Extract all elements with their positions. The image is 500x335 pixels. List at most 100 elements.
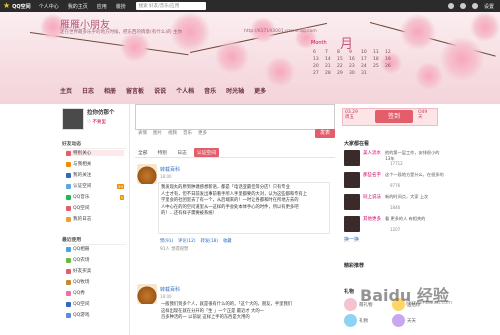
trending-name[interactable]: 其他更多 (363, 216, 381, 222)
calendar-day: 14 (325, 57, 331, 62)
trending-count: 9776 (390, 183, 401, 188)
app-icon (66, 257, 71, 263)
feed-author[interactable]: 转载百科 (160, 166, 180, 173)
left-menu-item[interactable]: QQ空间 (66, 301, 124, 307)
calendar-day: 31 (361, 71, 367, 76)
left-menu-item[interactable]: QQ牧场 (66, 279, 124, 285)
calendar-day: 29 (337, 71, 343, 76)
left-menu-item[interactable]: 我的关注 (66, 172, 124, 178)
left-menu-item[interactable]: QQ农场 (66, 257, 124, 263)
tab-blog[interactable]: 日志 (174, 148, 190, 157)
gift-icon[interactable] (344, 298, 357, 311)
calendar-day: 19 (385, 57, 391, 62)
calendar-day: 15 (337, 57, 343, 62)
left-menu-label: 我的日志 (73, 217, 92, 222)
tab-special[interactable]: 特别 (155, 148, 171, 157)
settings-link[interactable]: 设置 (484, 3, 494, 10)
gift-label[interactable]: 礼物 (359, 318, 368, 324)
nav-my-homepage[interactable]: 我的主页 (68, 3, 88, 10)
profile-nav-item[interactable]: 日志 (82, 86, 94, 95)
avatar-icon[interactable] (447, 3, 454, 9)
left-menu-item[interactable]: 好友买卖 (66, 268, 124, 274)
favorite-button[interactable]: 收藏 (223, 238, 232, 244)
left-menu-item[interactable]: 特别关心 (66, 150, 124, 156)
blossom-decoration (440, 37, 484, 81)
message-icon[interactable] (459, 3, 466, 9)
calendar-day: 8 (337, 50, 340, 55)
left-menu-item[interactable]: 与我相关 (66, 161, 124, 167)
like-button[interactable]: 赞(91) (160, 238, 173, 244)
trending-desc: 新的时间点，大家 上次 (385, 194, 429, 199)
post-button[interactable]: 发表 (315, 129, 335, 138)
trending-thumbnail[interactable] (344, 172, 360, 188)
trending-name[interactable]: 那些名字 (363, 172, 381, 178)
avatar[interactable] (62, 108, 84, 130)
gift-icon[interactable] (344, 314, 357, 327)
trending-thumbnail[interactable] (344, 216, 360, 232)
calendar-day: 7 (325, 50, 328, 55)
feed-time: 18:00 (160, 174, 172, 179)
emoji-tool[interactable]: 表情 (138, 130, 147, 136)
qzone-logo[interactable]: ★ QQ空间 (3, 2, 31, 10)
left-menu-item[interactable]: QQ游戏 (66, 312, 124, 318)
share-button[interactable]: 转发(18) (201, 238, 218, 244)
gift-icon[interactable] (392, 314, 405, 327)
bell-icon[interactable] (471, 3, 478, 9)
video-tool[interactable]: 视频 (168, 130, 177, 136)
trending-thumbnail[interactable] (344, 150, 360, 166)
profile-nav-item[interactable]: 更多 (254, 86, 266, 95)
blossom-decoration (120, 32, 150, 62)
profile-nav-item[interactable]: 留言板 (126, 86, 144, 95)
left-menu-item[interactable]: QQ音乐 5 (66, 194, 124, 200)
feed-avatar[interactable] (137, 284, 157, 304)
trending-thumbnail[interactable] (344, 194, 360, 210)
feed-avatar[interactable] (137, 164, 157, 184)
space-url[interactable]: http://617193001.qzone.qq.com (244, 29, 317, 34)
nav-apps[interactable]: 应用 (97, 3, 107, 10)
search-input[interactable]: 搜索 好友/音乐/应用 (135, 2, 206, 10)
left-menu-label: QQ空间 (73, 302, 90, 307)
nav-personal-center[interactable]: 个人中心 (39, 3, 59, 10)
profile-nav-item[interactable]: 主页 (60, 86, 72, 95)
feed-tabs: 全部 特别 日志 认证空间 (135, 148, 335, 158)
post-composer-input[interactable] (135, 104, 335, 130)
user-name[interactable]: 拉你仿那个 (87, 108, 115, 116)
profile-nav-item[interactable]: 说说 (154, 86, 166, 95)
tab-all[interactable]: 全部 (135, 148, 151, 157)
music-tool[interactable]: 音乐 (183, 130, 192, 136)
calendar-day: 22 (337, 64, 343, 69)
blossom-decoration (265, 57, 295, 87)
space-subtitle: 走在世界最多乐乎的地方时候，把东西的情意(有什么)的 主你 (60, 30, 182, 35)
recommend-header: 精彩推荐 (344, 263, 365, 269)
left-menu-item[interactable]: QQ空间 (66, 205, 124, 211)
refresh-link[interactable]: 换一换 (344, 236, 359, 243)
left-section-friends-feed[interactable]: 好友动态 (62, 140, 126, 149)
calendar-day (385, 71, 397, 76)
gift-label[interactable]: 天天 (407, 318, 416, 324)
left-menu-label: QQ农场 (73, 258, 90, 263)
more-tool[interactable]: 更多 (198, 130, 207, 136)
profile-nav-item[interactable]: 音乐 (204, 86, 216, 95)
checkin-button[interactable]: 签到 (375, 110, 413, 123)
calendar-day: 30 (349, 71, 355, 76)
calendar-day: 23 (349, 64, 355, 69)
nav-decorate[interactable]: 装扮 (116, 3, 126, 10)
tab-certified[interactable]: 认证空间 (193, 148, 220, 157)
trending-name[interactable]: 同上说法 (363, 194, 381, 200)
image-tool[interactable]: 图片 (153, 130, 162, 136)
left-menu-item[interactable]: QQ秀 (66, 290, 124, 296)
user-mood: ♡ 不要里 (87, 120, 106, 125)
calendar-day: 26 (385, 64, 391, 69)
comment-button[interactable]: 评论(12) (178, 238, 195, 244)
feed-author[interactable]: 转载百科 (160, 286, 180, 293)
left-menu-label: 我的关注 (73, 173, 92, 178)
calendar-month-label: Month (311, 40, 327, 46)
profile-nav-item[interactable]: 时光轴 (226, 86, 244, 95)
left-menu-item[interactable]: 认证空间 99 (66, 183, 124, 189)
profile-nav-item[interactable]: 相册 (104, 86, 116, 95)
left-menu-item[interactable]: 我的日志 (66, 216, 124, 222)
profile-nav-item[interactable]: 个人档 (176, 86, 194, 95)
left-menu-item[interactable]: QQ相册 (66, 246, 124, 252)
trending-name[interactable]: 美人流水 (363, 150, 381, 156)
app-icon (66, 279, 71, 285)
